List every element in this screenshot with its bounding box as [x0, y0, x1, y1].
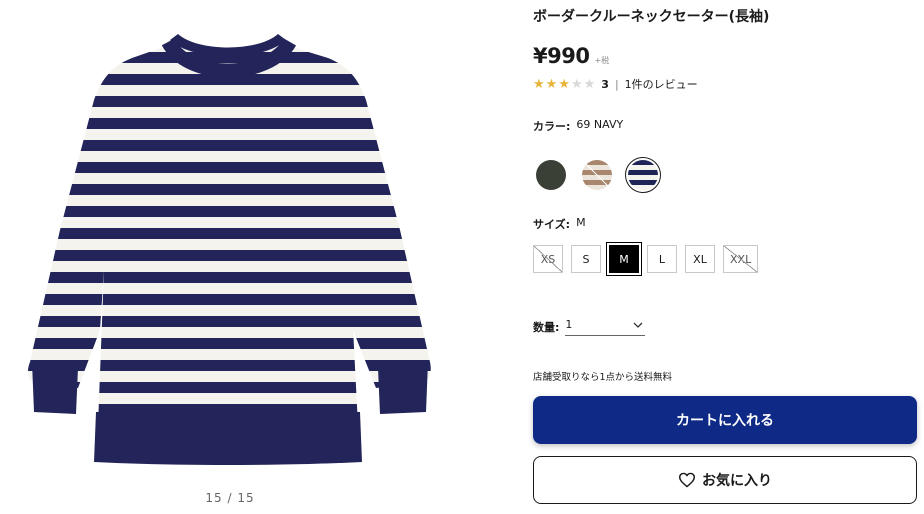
size-option-l[interactable]: L: [647, 245, 677, 273]
swatch-navy[interactable]: [625, 157, 661, 193]
swatch-beige[interactable]: [579, 157, 615, 193]
swatch-navy-chip: [628, 160, 658, 190]
star-icon: ★: [570, 76, 583, 92]
size-option-xxl[interactable]: XXL: [723, 245, 759, 273]
add-to-cart-button[interactable]: カートに入れる: [533, 396, 917, 444]
quantity-label: 数量:: [533, 321, 560, 334]
quantity-value: 1: [565, 318, 573, 331]
price: ¥990: [533, 44, 590, 68]
quantity-select[interactable]: 1: [565, 318, 646, 336]
rating-row: ★ ★ ★ ★ ★ 3 | 1件のレビュー: [533, 76, 698, 92]
rating-stars: ★ ★ ★ ★ ★: [533, 78, 595, 91]
size-option-s[interactable]: S: [571, 245, 601, 273]
color-value: 69 NAVY: [576, 118, 624, 131]
rating-score: 3: [601, 77, 609, 91]
swatch-dark-green[interactable]: [533, 157, 569, 193]
size-options: XS S M L XL XXL: [533, 242, 759, 276]
price-row: ¥990 +税: [533, 44, 609, 68]
color-label: カラー:: [533, 120, 571, 133]
review-count-link[interactable]: 1件のレビュー: [625, 76, 698, 92]
size-label-row: サイズ: M: [533, 216, 586, 232]
favorite-label: お気に入り: [702, 473, 772, 489]
favorite-button[interactable]: お気に入り: [533, 456, 917, 504]
rating-separator: |: [614, 77, 619, 91]
color-swatches: [533, 157, 661, 193]
chevron-down-icon: [633, 322, 643, 328]
color-label-row: カラー: 69 NAVY: [533, 118, 623, 134]
size-option-xs[interactable]: XS: [533, 245, 563, 273]
size-value: M: [576, 216, 586, 229]
product-image[interactable]: [28, 30, 433, 465]
tax-note: +税: [594, 56, 610, 65]
quantity-row: 数量: 1: [533, 318, 646, 336]
star-icon: ★: [583, 76, 596, 92]
size-option-m[interactable]: M: [606, 242, 642, 276]
product-title: ボーダークルーネックセーター(長袖): [533, 9, 770, 25]
size-label: サイズ:: [533, 218, 571, 231]
shipping-note: 店舗受取りなら1点から送料無料: [533, 372, 673, 383]
star-icon: ★: [545, 76, 558, 92]
star-icon: ★: [558, 76, 570, 92]
product-gallery: 15 / 15: [0, 0, 460, 514]
swatch-beige-chip: [582, 160, 612, 190]
add-to-cart-label: カートに入れる: [676, 413, 774, 429]
swatch-dark-green-chip: [536, 160, 566, 190]
star-icon: ★: [533, 76, 545, 92]
heart-icon: [679, 472, 695, 488]
size-option-xl[interactable]: XL: [685, 245, 715, 273]
image-counter: 15 / 15: [205, 491, 255, 505]
